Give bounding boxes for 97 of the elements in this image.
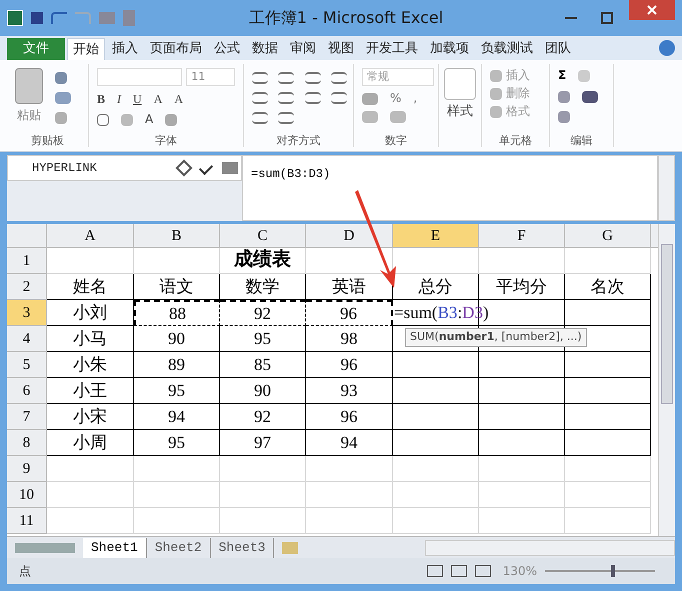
table-cell: 94 [306, 430, 393, 456]
table-cell: 90 [134, 326, 220, 352]
zoom-thumb[interactable] [611, 565, 615, 577]
table-cell: 名次 [565, 274, 651, 300]
ribbon-tab[interactable]: 视图 [323, 38, 359, 60]
group-label: 数字 [385, 134, 407, 147]
ribbon-label[interactable]: , [413, 91, 418, 106]
close-icon [647, 5, 657, 15]
row-header[interactable]: 7 [7, 404, 47, 430]
row-header[interactable]: 1 [7, 248, 47, 274]
view-icon[interactable] [474, 565, 491, 577]
ribbon-label[interactable]: 样式 [447, 104, 473, 119]
ribbon-tab[interactable]: 负载测试 [476, 38, 538, 60]
table-cell: 语文 [134, 274, 220, 300]
table-cell: 93 [306, 378, 393, 404]
table-cell: 平均分 [479, 274, 565, 300]
column-header[interactable]: C [220, 224, 306, 247]
ribbon-label[interactable]: I [117, 92, 122, 106]
row-header[interactable]: 4 [7, 326, 47, 352]
font-size-field[interactable]: 11 [186, 68, 235, 86]
group-label: 剪贴板 [31, 134, 64, 147]
excel-logo-icon[interactable] [7, 10, 23, 26]
ribbon-tab[interactable]: 开始 [67, 38, 105, 60]
ribbon-label[interactable]: B [97, 92, 106, 106]
group-label: 单元格 [499, 134, 532, 147]
row-header[interactable]: 11 [7, 508, 47, 534]
table-cell: 96 [306, 352, 393, 378]
view-icon[interactable] [450, 565, 467, 577]
table-cell: 98 [306, 326, 393, 352]
file-tab[interactable]: 文件 [7, 38, 65, 60]
table-cell: 92 [220, 300, 306, 326]
formula-input[interactable]: =sum(B3:D3) [251, 167, 330, 181]
ribbon-tab[interactable]: 公式 [209, 38, 245, 60]
ribbon-tab[interactable]: 页面布局 [145, 38, 207, 60]
table-cell: 90 [220, 378, 306, 404]
column-header[interactable]: G [565, 224, 651, 247]
table-cell: 96 [306, 300, 393, 326]
table-cell: 小王 [47, 378, 134, 404]
column-header[interactable]: B [134, 224, 220, 247]
ribbon-label[interactable]: A [174, 92, 184, 106]
table-cell: 92 [220, 404, 306, 430]
status-mode: 点 [19, 563, 31, 580]
table-cell: 95 [134, 378, 220, 404]
ribbon-label[interactable]: A [145, 112, 154, 127]
ribbon-label[interactable]: % [390, 91, 402, 106]
ribbon-tab[interactable]: 插入 [107, 38, 143, 60]
table-cell: 姓名 [47, 274, 134, 300]
table-cell: 88 [134, 300, 220, 326]
table-cell: 小周 [47, 430, 134, 456]
help-icon[interactable] [659, 40, 675, 56]
column-header[interactable]: A [47, 224, 134, 247]
table-cell: 小刘 [47, 300, 134, 326]
maximize-icon[interactable] [601, 12, 613, 24]
row-header[interactable]: 2 [7, 274, 47, 300]
group-label: 编辑 [570, 134, 592, 147]
group-label: 对齐方式 [276, 134, 320, 147]
window-title: 工作簿1 - Microsoft Excel [248, 8, 444, 27]
column-header[interactable]: E [393, 224, 479, 247]
row-header[interactable]: 8 [7, 430, 47, 456]
ribbon-label[interactable]: A [154, 92, 162, 106]
ribbon-tab[interactable]: 加载项 [425, 38, 474, 60]
paste-icon[interactable] [15, 68, 43, 104]
row-header[interactable]: 6 [7, 378, 47, 404]
ribbon-tab[interactable]: 团队 [540, 38, 576, 60]
column-header[interactable]: F [479, 224, 565, 247]
row-header[interactable]: 9 [7, 456, 47, 482]
view-icon[interactable] [426, 565, 443, 577]
table-cell: 小马 [47, 326, 134, 352]
zoom-level: 130% [502, 563, 537, 580]
ribbon-label[interactable]: U [133, 92, 142, 106]
ribbon-tab[interactable]: 数据 [247, 38, 283, 60]
vertical-scrollbar[interactable] [658, 224, 675, 536]
row-header[interactable]: 5 [7, 352, 47, 378]
function-tooltip: SUM(number1, [number2], ...) [405, 328, 587, 346]
table-cell: 95 [220, 326, 306, 352]
row-header[interactable]: 3 [7, 300, 47, 326]
table-cell: 97 [220, 430, 306, 456]
table-cell: 数学 [220, 274, 306, 300]
border-icon[interactable] [97, 114, 109, 126]
table-cell: 95 [134, 430, 220, 456]
table-cell: 小宋 [47, 404, 134, 430]
table-cell: 96 [306, 404, 393, 430]
ribbon-label[interactable]: Σ [558, 68, 566, 83]
table-cell: 89 [134, 352, 220, 378]
table-cell: 94 [134, 404, 220, 430]
sheet-tab[interactable]: Sheet1 [83, 538, 147, 558]
horizontal-scrollbar[interactable] [425, 540, 675, 556]
close-button[interactable] [629, 0, 675, 20]
row-header[interactable]: 10 [7, 482, 47, 508]
ribbon-tab[interactable]: 审阅 [285, 38, 321, 60]
table-cell: 小朱 [47, 352, 134, 378]
font-name-field[interactable] [97, 68, 182, 86]
group-label: 字体 [155, 134, 177, 147]
ribbon-tab[interactable]: 开发工具 [361, 38, 423, 60]
table-cell: 85 [220, 352, 306, 378]
scrollbar[interactable] [658, 155, 675, 221]
table-cell: 成绩表 [220, 248, 306, 274]
